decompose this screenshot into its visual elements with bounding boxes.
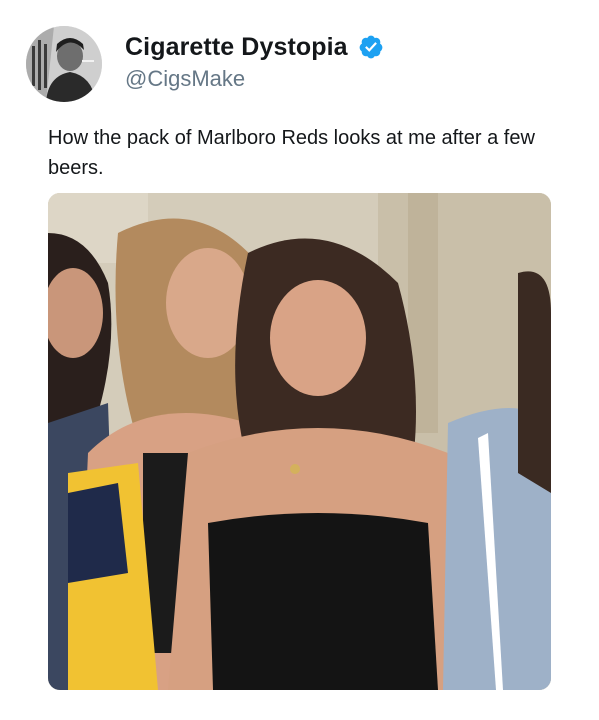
avatar-image (26, 26, 102, 102)
tweet-text: How the pack of Marlboro Reds looks at m… (48, 127, 535, 179)
display-name[interactable]: Cigarette Dystopia (125, 33, 348, 62)
display-name-row: Cigarette Dystopia (125, 30, 384, 64)
verified-badge-icon (359, 35, 383, 59)
profile-avatar[interactable] (26, 26, 102, 102)
photo-four-women-posing (48, 193, 551, 690)
tweet-card: Cigarette Dystopia @CigsMake How the pac… (0, 0, 599, 720)
tweet-media[interactable] (48, 193, 551, 690)
user-handle[interactable]: @CigsMake (125, 66, 245, 92)
